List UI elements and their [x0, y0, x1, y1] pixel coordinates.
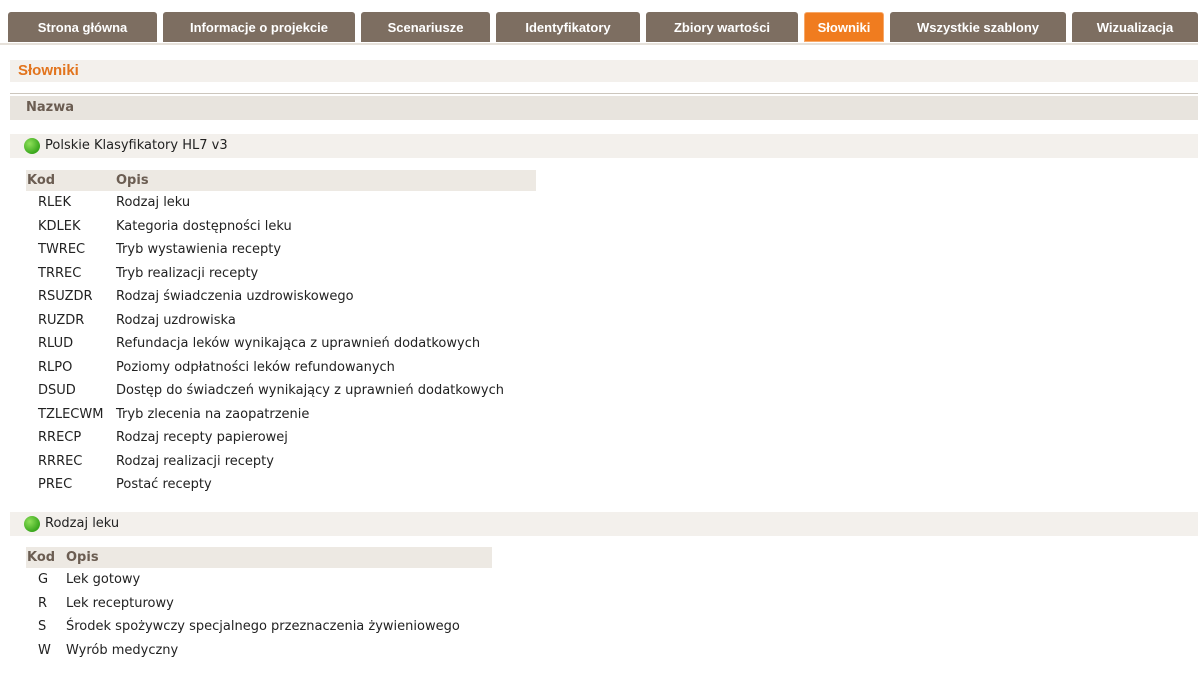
row-description: Poziomy odpłatności leków refundowanych	[116, 359, 395, 375]
tab-identyfikatory[interactable]: Identyfikatory	[496, 12, 640, 42]
code-table-polskie-klasyfikatory: Kod Opis RLEK Rodzaj leku KDLEK Kategoria …	[26, 170, 536, 497]
row-description: Rodzaj recepty papierowej	[116, 430, 288, 446]
row-description: Refundacja leków wynikająca z uprawnień …	[116, 336, 481, 352]
row-description: Tryb wystawienia recepty	[116, 242, 282, 258]
row-description: Tryb zlecenia na zaopatrzenie	[116, 406, 310, 422]
tab-wszystkie-szablony[interactable]: Wszystkie szablony	[890, 12, 1066, 42]
row-description: Lek recepturowy	[66, 595, 174, 611]
table-row: RLUD Refundacja leków wynikająca z uprawn…	[26, 332, 536, 356]
group-header-rodzaj-leku[interactable]: Rodzaj leku	[10, 512, 1198, 536]
table-row: PREC Postać recepty	[26, 473, 536, 497]
table-row: RRREC Rodzaj realizacji recepty	[26, 450, 536, 474]
row-description: Rodzaj uzdrowiska	[116, 312, 236, 328]
table-row: TWREC Tryb wystawienia recepty	[26, 238, 536, 262]
code-table-rodzaj-leku: Kod Opis G Lek gotowy R Lek recepturowy S Ś…	[26, 547, 492, 662]
table-row: KDLEK Kategoria dostępności leku	[26, 215, 536, 239]
row-code: DSUD	[38, 383, 76, 399]
row-code: RLEK	[38, 195, 72, 211]
table-row: S Środek spożywczy specjalnego przeznacze…	[26, 615, 492, 639]
tab-wizualizacja[interactable]: Wizualizacja	[1072, 12, 1198, 42]
column-header-opis: Opis	[66, 547, 492, 568]
row-code: S	[38, 619, 47, 635]
table-row: RRECP Rodzaj recepty papierowej	[26, 426, 536, 450]
row-description: Lek gotowy	[66, 572, 141, 588]
row-code: TRREC	[38, 265, 82, 281]
table-row: RLEK Rodzaj leku	[26, 191, 536, 215]
row-description: Rodzaj leku	[116, 195, 191, 211]
column-header-kod: Kod	[26, 547, 66, 568]
row-code: KDLEK	[38, 218, 81, 234]
row-code: PREC	[38, 477, 73, 493]
table-row: RUZDR Rodzaj uzdrowiska	[26, 309, 536, 333]
group-name: Polskie Klasyfikatory HL7 v3	[45, 138, 228, 153]
row-code: TWREC	[38, 242, 86, 258]
group-name: Rodzaj leku	[45, 516, 120, 531]
row-code: W	[38, 642, 51, 658]
column-header-kod: Kod	[26, 170, 116, 191]
table-header-row: Kod Opis	[26, 170, 536, 191]
divider	[10, 93, 1198, 94]
column-header-nazwa: Nazwa	[10, 96, 1198, 120]
column-header-opis: Opis	[116, 170, 536, 191]
row-code: RLUD	[38, 336, 74, 352]
row-description: Rodzaj realizacji recepty	[116, 453, 274, 469]
tab-bar-underline	[0, 43, 1198, 45]
row-code: RUZDR	[38, 312, 85, 328]
tab-zbiory-wartosci[interactable]: Zbiory wartości	[646, 12, 798, 42]
tab-scenariusze[interactable]: Scenariusze	[361, 12, 490, 42]
row-description: Dostęp do świadczeń wynikający z uprawni…	[116, 383, 504, 399]
row-code: TZLECWM	[38, 406, 104, 422]
row-description: Wyrób medyczny	[66, 642, 179, 658]
table-row: RLPO Poziomy odpłatności leków refundowan…	[26, 356, 536, 380]
row-code: RLPO	[38, 359, 73, 375]
row-code: R	[38, 595, 48, 611]
table-row: W Wyrób medyczny	[26, 639, 492, 663]
row-description: Rodzaj świadczenia uzdrowiskowego	[116, 289, 354, 305]
green-dot-icon	[24, 516, 40, 532]
row-description: Tryb realizacji recepty	[116, 265, 259, 281]
row-description: Środek spożywczy specjalnego przeznaczen…	[66, 619, 460, 635]
tab-bar: Strona główna Informacje o projekcie Sce…	[0, 0, 1198, 46]
row-code: RRREC	[38, 453, 83, 469]
table-row: G Lek gotowy	[26, 568, 492, 592]
group-header-polskie-klasyfikatory[interactable]: Polskie Klasyfikatory HL7 v3	[10, 134, 1198, 158]
page-title: Słowniki	[10, 60, 1198, 82]
row-code: RRECP	[38, 430, 82, 446]
table-row: RSUZDR Rodzaj świadczenia uzdrowiskowego	[26, 285, 536, 309]
table-row: DSUD Dostęp do świadczeń wynikający z upr…	[26, 379, 536, 403]
table-header-row: Kod Opis	[26, 547, 492, 568]
tab-slowniki[interactable]: Słowniki	[804, 12, 884, 42]
green-dot-icon	[24, 138, 40, 154]
row-code: G	[38, 572, 49, 588]
table-row: TZLECWM Tryb zlecenia na zaopatrzenie	[26, 403, 536, 427]
tab-informacje-o-projekcie[interactable]: Informacje o projekcie	[163, 12, 355, 42]
table-row: TRREC Tryb realizacji recepty	[26, 262, 536, 286]
row-description: Kategoria dostępności leku	[116, 218, 292, 234]
table-row: R Lek recepturowy	[26, 592, 492, 616]
tab-strona-glowna[interactable]: Strona główna	[8, 12, 157, 42]
row-code: RSUZDR	[38, 289, 93, 305]
row-description: Postać recepty	[116, 477, 212, 493]
